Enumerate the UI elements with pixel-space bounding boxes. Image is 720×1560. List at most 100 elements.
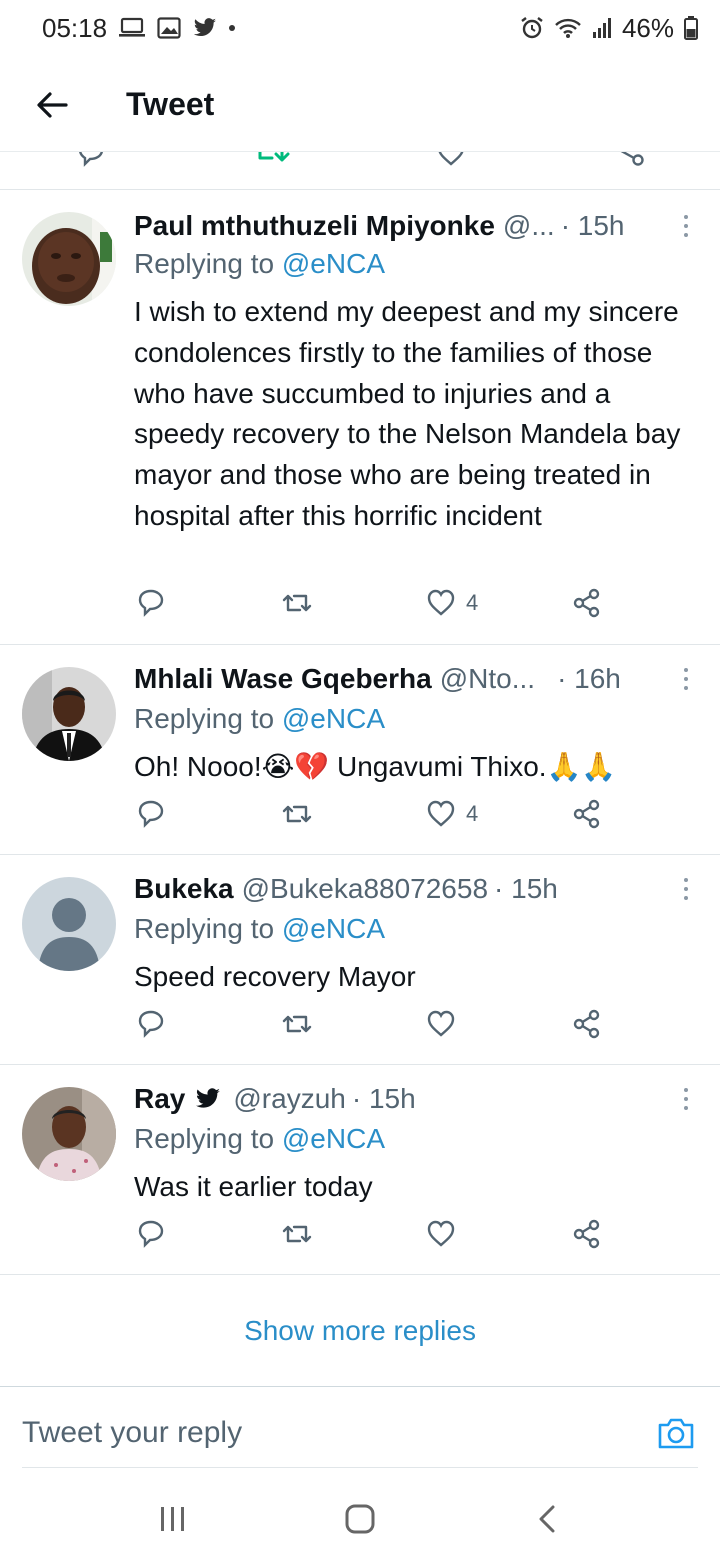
share-icon [573,799,600,829]
avatar[interactable] [22,1087,116,1181]
reply-button[interactable] [136,1009,166,1039]
app-header: Tweet [0,58,720,152]
reply-actions [0,1219,720,1259]
author-name[interactable]: Paul mthuthuzeli Mpiyonke [134,210,495,242]
like-count: 4 [466,590,479,615]
mention-link[interactable]: @eNCA [282,703,385,734]
share-icon [573,1009,600,1039]
reply-button[interactable] [136,799,166,829]
recent-apps-button[interactable] [143,1489,203,1549]
share-button[interactable] [572,1009,602,1039]
like-button[interactable]: 4 [426,799,478,829]
timestamp: · 16h [557,663,621,694]
retweet-icon [282,805,312,823]
retweet-button[interactable] [280,1219,314,1249]
replying-label: Replying to [134,703,282,734]
mention-link[interactable]: @eNCA [282,1123,385,1154]
avatar[interactable] [22,667,116,761]
replying-to: Replying to @eNCA [134,913,385,945]
more-options-button[interactable] [676,208,696,244]
reply-item[interactable]: Paul mthuthuzeli Mpiyonke @... · 15h Rep… [0,190,720,645]
mention-link[interactable]: @eNCA [282,248,385,279]
reply-header: Bukeka @Bukeka88072658 · 15h [134,869,674,909]
camera-icon [658,1418,694,1448]
reply-icon [138,1010,164,1038]
share-button[interactable] [572,588,602,618]
like-button[interactable]: 4 [426,588,478,618]
system-nav-bar [0,1478,720,1560]
recents-icon [161,1507,185,1531]
reply-button[interactable] [136,1219,166,1249]
share-button[interactable] [572,1219,602,1249]
replying-to: Replying to @eNCA [134,703,385,735]
heart-icon [427,1220,455,1247]
replying-label: Replying to [134,248,282,279]
reply-actions: 4 [0,799,720,839]
timestamp: · 15h [494,873,558,904]
heart-icon [427,1010,455,1037]
retweet-icon[interactable] [256,152,292,173]
mention-link[interactable]: @eNCA [282,913,385,944]
system-back-button[interactable] [517,1489,577,1549]
retweet-button[interactable] [280,799,314,829]
like-button[interactable] [426,1009,466,1039]
chevron-left-icon [539,1505,555,1533]
author-handle[interactable]: @rayzuh [233,1083,345,1115]
share-icon [573,1219,600,1249]
more-options-button[interactable] [676,661,696,697]
reply-button[interactable] [136,588,166,618]
like-button[interactable] [426,1219,466,1249]
more-options-button[interactable] [676,1081,696,1117]
replying-to: Replying to @eNCA [134,248,385,280]
reply-icon [138,589,164,617]
home-button[interactable] [330,1489,390,1549]
reply-icon [138,800,164,828]
reply-text: Was it earlier today [134,1171,373,1202]
notification-dot [229,25,236,31]
author-handle[interactable]: @... [503,210,555,242]
share-icon[interactable] [612,152,646,173]
author-name[interactable]: Mhlali Wase Gqeberha [134,663,432,695]
show-more-replies-link[interactable]: Show more replies [0,1275,720,1387]
reply-header: Ray @rayzuh · 15h [134,1079,674,1119]
battery-icon [684,16,698,40]
back-button[interactable] [22,75,82,135]
reply-icon[interactable] [76,152,106,173]
timestamp: · 15h [560,210,625,241]
status-bar: 05:18 46% [0,0,720,56]
author-handle[interactable]: @Bukeka88072658 [242,873,488,905]
status-time: 05:18 [42,12,108,43]
avatar[interactable] [22,212,116,306]
avatar[interactable] [22,877,116,971]
twitter-icon [193,16,217,40]
heart-icon [427,800,455,827]
camera-button[interactable] [654,1411,698,1455]
author-name[interactable]: Bukeka [134,873,234,905]
signal-icon [592,16,612,40]
retweet-button[interactable] [280,588,314,618]
heart-icon [427,589,455,616]
reply-item[interactable]: Ray @rayzuh · 15h Replying to @eNCA Was … [0,1065,720,1275]
retweet-button[interactable] [280,1009,314,1039]
reply-item[interactable]: Bukeka @Bukeka88072658 · 15h Replying to… [0,855,720,1065]
share-button[interactable] [572,799,602,829]
wifi-icon [554,16,582,40]
replying-label: Replying to [134,1123,282,1154]
reply-item[interactable]: Mhlali Wase Gqeberha @Nto... · 16h Reply… [0,645,720,855]
reply-header: Paul mthuthuzeli Mpiyonke @... · 15h [134,206,674,246]
screen: 05:18 46% Tweet Paul mthuthuzeli Mpiyonk… [0,0,720,1560]
author-handle[interactable]: @Nto... [440,663,535,695]
reply-input[interactable] [22,1415,654,1450]
retweet-icon [282,1225,312,1243]
arrow-left-icon [37,91,68,118]
more-options-button[interactable] [676,871,696,907]
reply-text: Speed recovery Mayor [134,961,416,992]
share-icon [573,588,600,618]
replying-label: Replying to [134,913,282,944]
compose-bar [22,1398,698,1468]
author-name[interactable]: Ray [134,1083,185,1115]
heart-icon[interactable] [436,152,466,173]
alarm-icon [520,16,544,40]
timestamp: · 15h [351,1083,416,1114]
page-title: Tweet [126,86,215,122]
